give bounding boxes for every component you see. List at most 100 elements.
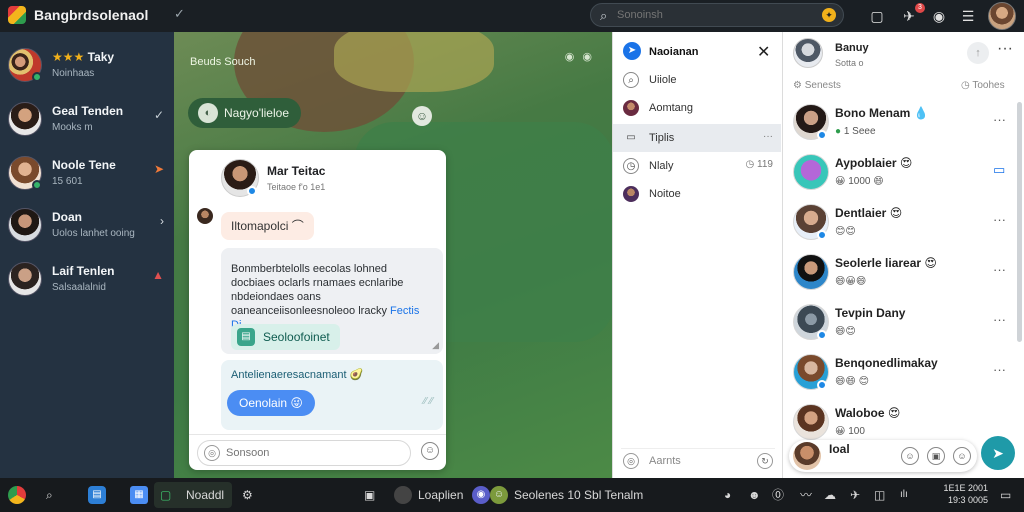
sticker-icon[interactable]: ☺ [953,447,971,465]
window-icon[interactable]: ▢ [866,5,888,27]
avatar [623,100,639,116]
avatar [8,102,42,136]
message-input-box[interactable]: ◎ [197,440,411,466]
menu-item[interactable]: Noitoe [613,180,781,208]
more-icon[interactable]: ··· [763,131,773,142]
message-bubble[interactable]: Iltomapolci ⌒ [221,212,314,240]
conversation-item[interactable]: Laif Tenlen Salsaalalnid ▲ [0,254,174,304]
more-icon[interactable]: ··· [993,362,1006,377]
message-bubble[interactable]: Bonmberbtelolls eecolas lohned docbiaes … [221,248,443,354]
emoji-icon[interactable]: ☺ [421,442,439,460]
broadcast-icon[interactable]: 〰 [800,486,812,504]
chat-pane-label: Beuds Souch [190,56,256,68]
volume-icon[interactable]: ılı [900,486,908,504]
messenger-icon[interactable]: ▢ [160,486,171,504]
arrow-up-icon[interactable]: ↑ [967,42,989,64]
pane-options-icon[interactable]: ◉◉ [565,50,600,63]
members-panel: Banuy Sotta o ↑ ··· ⚙ Senests ◷ Toohes B… [782,32,1024,478]
attachment-chip[interactable]: ▤ Seoloofoinet [231,324,340,350]
chevron-right-icon[interactable]: › [160,214,164,228]
compose-bar[interactable]: Ioal ☺ ▣ ☺ [789,440,977,472]
settings-icon[interactable]: ⚙ [242,486,253,504]
user-avatar[interactable] [988,2,1016,30]
member-row[interactable]: Tevpin Dany 😄😊 ··· [783,302,1019,352]
menu-item[interactable]: Aomtang [613,94,781,122]
compass-icon: ➤ [623,42,641,60]
more-icon[interactable]: ··· [997,40,1013,58]
app-icon[interactable]: ☺ [490,486,508,504]
conversation-item[interactable]: Doan Uolos lanhet ooing › [0,200,174,250]
window-icon[interactable]: ▣ [364,486,375,504]
search-input[interactable] [617,7,807,23]
message-link[interactable]: Fectis [390,305,419,317]
conversation-preview: Salsaalalnid [52,282,106,293]
menu-item[interactable]: ▭ Tiplis ··· [613,124,781,152]
taskbar-active-app[interactable]: Noaddl [186,486,224,504]
reply-button[interactable]: Oenolain 😜 [227,390,315,416]
notification-badge: 3 [915,3,925,13]
message-bubble[interactable]: Antelienaeresacnamant 🥑 Oenolain 😜 ⁄⁄ ⁄⁄ [221,360,443,430]
clock[interactable]: 1E1E 2001 19:3 0005 [936,482,988,506]
footer-label[interactable]: Aarnts [649,455,681,467]
record-icon[interactable]: ◉ [928,5,950,27]
close-icon[interactable]: ✕ [757,42,770,62]
menu-item[interactable]: ⌕ Uiiole [613,66,781,94]
resize-handle-icon[interactable]: ◢ [432,338,439,352]
conversation-item[interactable]: Geal Tenden Mooks m ✓ [0,94,174,144]
member-row[interactable]: Dentlaier 😍 😊😊 ··· [783,202,1019,252]
wifi-icon[interactable]: ◫ [874,486,885,504]
member-name: Bono Menam 💧 [835,106,929,120]
avatar [793,442,821,470]
search-icon[interactable]: ⌕ [46,486,53,504]
chevron-down-icon[interactable]: ✓ [174,6,185,22]
member-row[interactable]: Seolerle liarear 😍 😄😀😄 ··· [783,252,1019,302]
notification-icon[interactable]: ▭ [1000,486,1011,504]
airplane-icon[interactable]: ✈ [850,486,860,504]
microphone-icon[interactable]: ◎ [204,445,220,461]
member-row[interactable]: Aypoblaier 😍 😀 1000 😄 ▭ [783,152,1019,202]
more-icon[interactable]: ··· [993,112,1006,127]
side-menu-panel: ➤ Naoianan ✕ ⌕ Uiiole Aomtang ▭ Tiplis ·… [612,32,782,478]
taskbar-task[interactable]: Seolenes 10 Sbl Tenalm [514,486,643,504]
refresh-icon[interactable]: ↻ [757,453,773,469]
message-input[interactable] [226,445,396,461]
help-icon[interactable]: ⓪ [772,486,784,504]
member-row[interactable]: Benqonedlimakay 😄😄 😊 ··· [783,352,1019,402]
more-icon[interactable]: ··· [993,312,1006,327]
conversation-item[interactable]: Noole Tene 15 601 ➤ [0,148,174,198]
divider [189,434,446,435]
taskbar-task[interactable]: Loaplien [418,486,463,504]
gallery-icon[interactable]: ▦ [130,486,148,504]
chat-card: Mar Teitac Teitaoe f'o 1e1 Iltomapolci ⌒… [189,150,446,470]
more-icon[interactable]: ··· [993,212,1006,227]
assistant-icon[interactable]: ✦ [822,8,836,22]
section-action[interactable]: ◷ Toohes [961,80,1005,91]
discord-icon[interactable]: ◉ [472,486,490,504]
chat-bubble-icon[interactable]: ▭ [993,162,1005,178]
conversation-item[interactable]: ★★★ Taky Noinhaas [0,40,174,90]
emoji-icon[interactable]: ☻ [748,486,761,504]
send-button[interactable]: ➤ [981,436,1015,470]
topic-pill[interactable]: ◐ Nagyo'lieloe [188,98,301,128]
emoji-icon[interactable]: ☺ [412,106,432,126]
scrollbar[interactable] [1017,102,1022,342]
menu-item-label: Tiplis [649,132,675,144]
browser-icon[interactable] [8,486,26,504]
member-reactions: 😀 1000 😄 [835,176,884,187]
group-name: Banuy [835,42,869,54]
search-box[interactable]: ⌕ ✦ [590,3,844,27]
more-icon[interactable]: ··· [993,262,1006,277]
microphone-icon[interactable]: ◎ [623,453,639,469]
cloud-icon[interactable]: ☁ [824,486,836,504]
files-icon[interactable]: ▤ [88,486,106,504]
image-icon[interactable]: ▣ [927,447,945,465]
search-icon: ⌕ [600,8,608,23]
member-row[interactable]: Bono Menam 💧 ● 1 Seee ··· [783,102,1019,152]
search-icon: ⌕ [623,72,639,88]
menu-icon[interactable]: ☰ [957,5,979,27]
emoji-icon[interactable]: ☺ [901,447,919,465]
menu-item-label: Aomtang [649,102,694,114]
menu-item[interactable]: ◷ Nlaly ◷ 119 [613,152,781,180]
group-avatar[interactable] [793,38,823,68]
controller-icon[interactable]: ◕ [724,486,731,504]
